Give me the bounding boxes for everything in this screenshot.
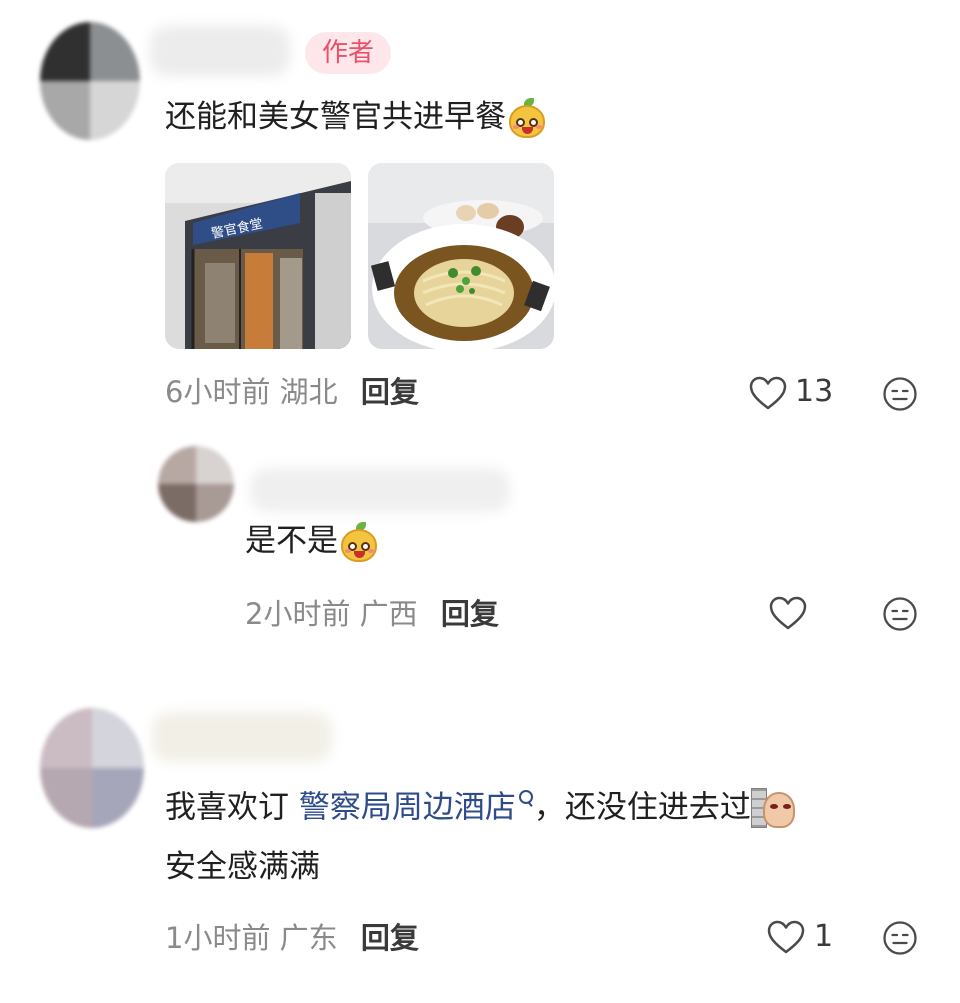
search-link[interactable]: 警察局周边酒店 [299,790,516,826]
comment-meta: 6小时前 湖北 回复 [165,372,419,412]
canteen-entrance-photo[interactable]: 警官食堂 [165,163,351,349]
author-badge: 作者 [305,32,391,74]
reply-button[interactable]: 回复 [361,375,419,409]
comment-time: 2小时前 [245,597,351,631]
neutral-face-icon[interactable] [882,376,918,412]
comment-location: 广西 [359,597,418,631]
heart-outline-icon[interactable] [748,374,788,414]
heart-outline-icon[interactable] [768,594,808,634]
search-icon[interactable] [516,786,534,816]
username-blurred[interactable] [150,26,290,76]
heart-outline-icon[interactable] [766,918,806,958]
like-count: 1 [814,919,834,954]
username-blurred[interactable] [152,712,332,762]
wall-peek-emoji [750,786,797,832]
mango-emoji [506,97,548,140]
avatar[interactable] [158,446,234,522]
comment-location: 湖北 [279,375,338,409]
neutral-face-icon[interactable] [882,596,918,632]
comment-text: 我喜欢订 警察局周边酒店 ，还没住进去过 [165,786,797,832]
avatar[interactable] [40,708,144,828]
reply-button[interactable]: 回复 [441,597,499,631]
username-blurred[interactable] [250,468,510,512]
comment-meta: 1小时前 广东 回复 [165,918,419,958]
comment-location: 广东 [279,921,338,955]
mango-emoji [338,521,380,564]
comment-text: 还能和美女警官共进早餐 [165,96,548,140]
avatar[interactable] [40,22,140,140]
neutral-face-icon[interactable] [882,920,918,956]
comment-text-line2: 安全感满满 [165,849,320,885]
comment-time: 6小时前 [165,375,271,409]
reply-button[interactable]: 回复 [361,921,419,955]
like-count: 13 [795,374,834,409]
comment-time: 1小时前 [165,921,271,955]
noodle-bowl-photo[interactable] [368,163,554,349]
comment-text: 是不是 [245,520,380,564]
comment-meta: 2小时前 广西 回复 [245,594,499,634]
